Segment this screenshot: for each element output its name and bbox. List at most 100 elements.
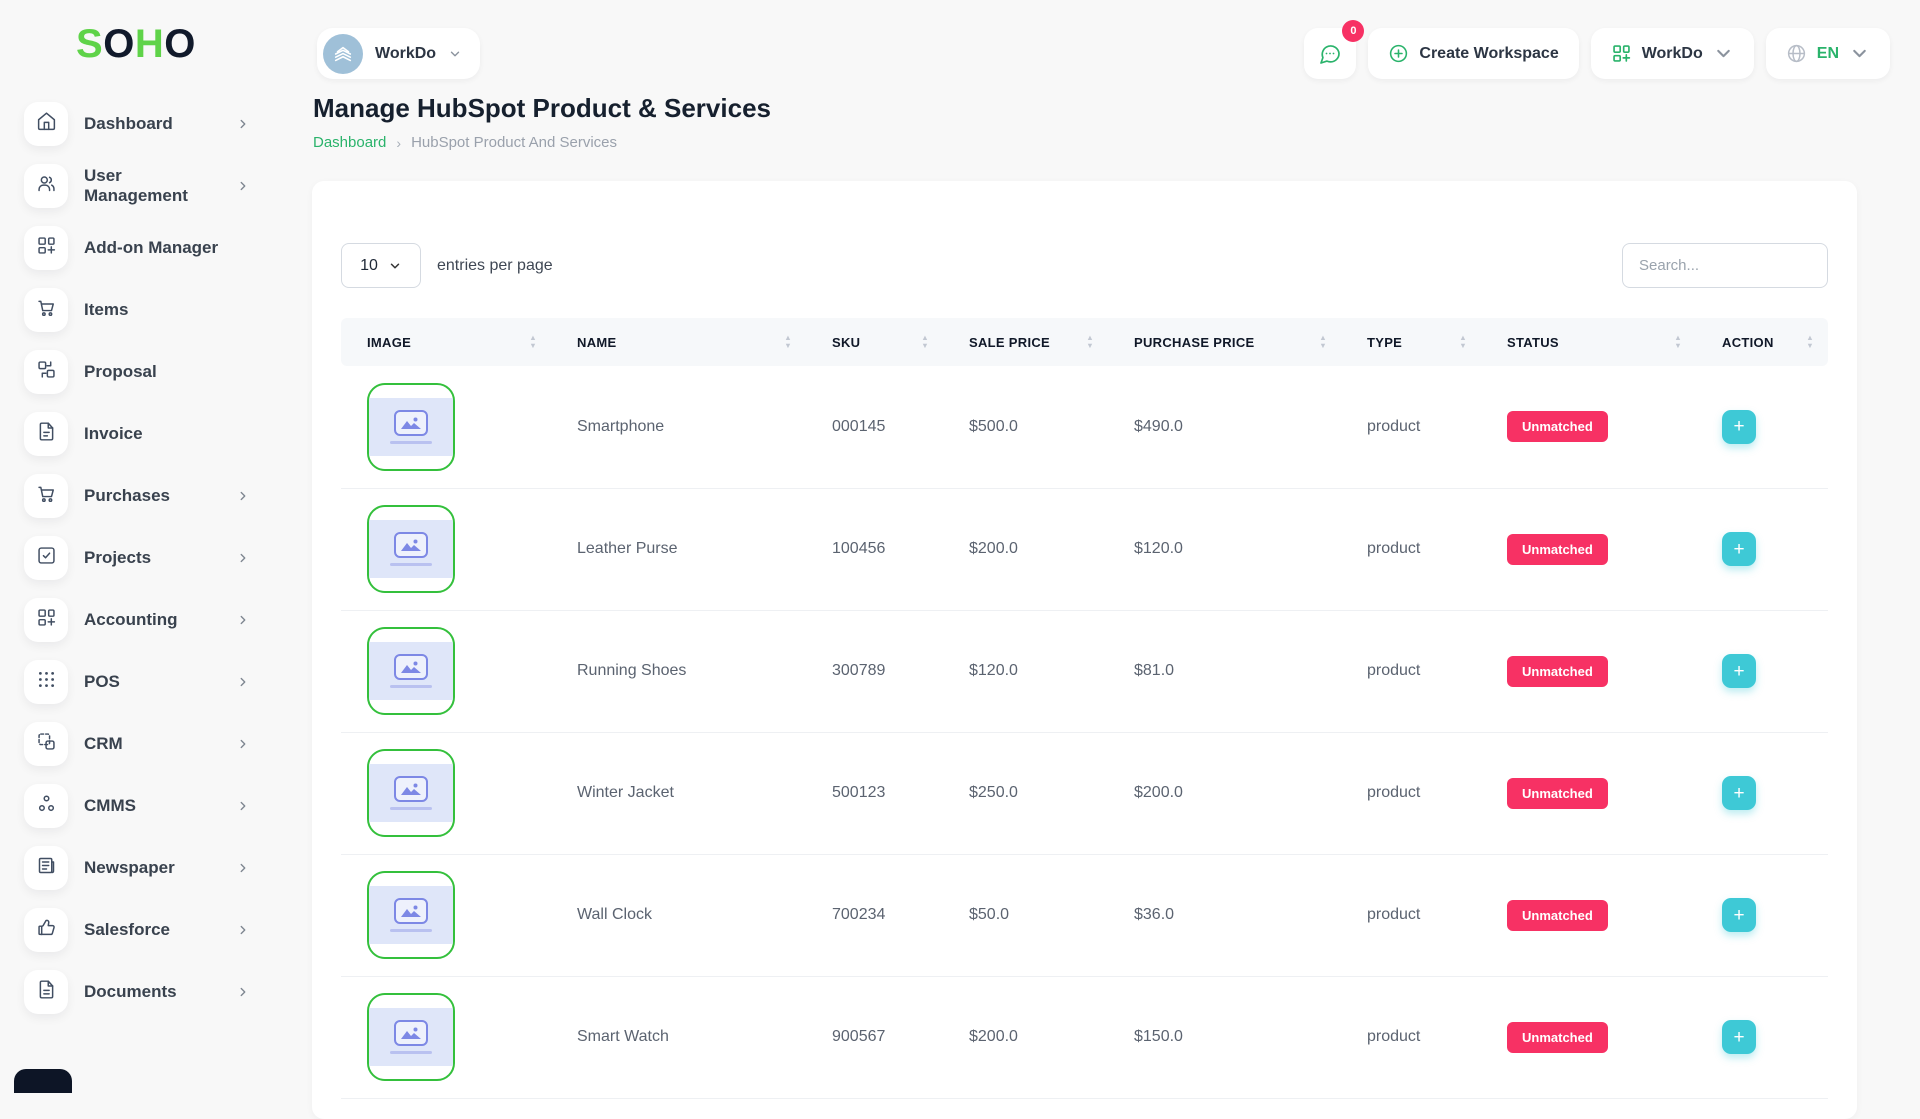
sidebar-item-label: CRM	[84, 734, 220, 754]
dots-grid-icon	[24, 660, 68, 704]
cell-name: Winter Jacket	[551, 732, 806, 854]
users-icon	[24, 164, 68, 208]
messages-count-badge: 0	[1342, 20, 1364, 42]
sort-arrows[interactable]: ▲▼	[1806, 335, 1814, 349]
sidebar-item-label: CMMS	[84, 796, 220, 816]
table-row: Running Shoes 300789 $120.0 $81.0 produc…	[341, 610, 1828, 732]
table-row: Leather Purse 100456 $200.0 $120.0 produ…	[341, 488, 1828, 610]
sidebar-footer-chip[interactable]	[14, 1069, 72, 1093]
topbar-actions: 0 Create Workspace WorkDo	[1304, 28, 1890, 79]
status-badge: Unmatched	[1507, 534, 1608, 565]
entries-per-page-select[interactable]: 10	[341, 243, 421, 288]
cell-sale-price: $200.0	[943, 488, 1108, 610]
add-action-button[interactable]: +	[1722, 654, 1756, 688]
cell-type: product	[1341, 732, 1481, 854]
sidebar-item-accounting[interactable]: Accounting	[24, 589, 250, 651]
sidebar-item-projects[interactable]: Projects	[24, 527, 250, 589]
sidebar-item-label: Accounting	[84, 610, 220, 630]
column-header-purchase-price: PURCHASE PRICE ▲▼	[1108, 318, 1341, 366]
plus-circle-icon	[1388, 43, 1409, 64]
sidebar-item-documents[interactable]: Documents	[24, 961, 250, 1023]
sort-arrows[interactable]: ▲▼	[784, 335, 792, 349]
product-image-placeholder	[367, 627, 455, 715]
chevron-down-icon	[388, 259, 402, 273]
column-header-sale-price: SALE PRICE ▲▼	[943, 318, 1108, 366]
entries-per-page-value: 10	[360, 257, 378, 275]
sidebar-item-label: Projects	[84, 548, 220, 568]
cell-sku: 000145	[806, 366, 943, 488]
language-selector[interactable]: EN	[1766, 28, 1890, 79]
sidebar-item-label: Purchases	[84, 486, 220, 506]
home-icon	[24, 102, 68, 146]
app-switcher-button[interactable]: WorkDo	[1591, 28, 1754, 79]
status-badge: Unmatched	[1507, 778, 1608, 809]
sidebar-item-pos[interactable]: POS	[24, 651, 250, 713]
add-action-button[interactable]: +	[1722, 898, 1756, 932]
status-badge: Unmatched	[1507, 411, 1608, 442]
column-header-status: STATUS ▲▼	[1481, 318, 1696, 366]
chat-icon	[1318, 42, 1342, 66]
sidebar-item-proposal[interactable]: Proposal	[24, 341, 250, 403]
cell-name: Leather Purse	[551, 488, 806, 610]
table-row: Winter Jacket 500123 $250.0 $200.0 produ…	[341, 732, 1828, 854]
sidebar-item-add-on-manager[interactable]: Add-on Manager	[24, 217, 250, 279]
products-card: 10 entries per page IMAGE ▲▼ NAME ▲▼ SKU…	[312, 181, 1857, 1119]
sidebar-item-cmms[interactable]: CMMS	[24, 775, 250, 837]
sort-arrows[interactable]: ▲▼	[1459, 335, 1467, 349]
add-action-button[interactable]: +	[1722, 410, 1756, 444]
search-input[interactable]	[1622, 243, 1828, 288]
sort-arrows[interactable]: ▲▼	[1086, 335, 1094, 349]
sidebar-item-label: Add-on Manager	[84, 238, 220, 258]
thumbs-up-icon	[24, 908, 68, 952]
language-code: EN	[1817, 45, 1839, 63]
image-placeholder-icon	[394, 410, 428, 436]
cell-sale-price: $250.0	[943, 732, 1108, 854]
sidebar-item-label: Dashboard	[84, 114, 220, 134]
sidebar-item-invoice[interactable]: Invoice	[24, 403, 250, 465]
check-square-icon	[24, 536, 68, 580]
swap-icon	[24, 350, 68, 394]
cell-name: Wall Clock	[551, 854, 806, 976]
chevron-down-icon	[448, 47, 462, 61]
chevron-right-icon	[236, 985, 250, 999]
cell-purchase-price: $200.0	[1108, 732, 1341, 854]
chevron-right-icon	[236, 179, 250, 193]
add-action-button[interactable]: +	[1722, 776, 1756, 810]
sort-arrows[interactable]: ▲▼	[1674, 335, 1682, 349]
invoice-icon	[24, 412, 68, 456]
sidebar-item-items[interactable]: Items	[24, 279, 250, 341]
sidebar-item-newspaper[interactable]: Newspaper	[24, 837, 250, 899]
cell-sku: 700234	[806, 854, 943, 976]
add-action-button[interactable]: +	[1722, 532, 1756, 566]
sidebar-item-dashboard[interactable]: Dashboard	[24, 93, 250, 155]
sidebar-item-label: User Management	[84, 166, 220, 206]
table-body: Smartphone 000145 $500.0 $490.0 product …	[341, 366, 1828, 1098]
column-header-type: TYPE ▲▼	[1341, 318, 1481, 366]
create-workspace-label: Create Workspace	[1419, 45, 1558, 63]
sidebar-item-salesforce[interactable]: Salesforce	[24, 899, 250, 961]
sidebar-item-purchases[interactable]: Purchases	[24, 465, 250, 527]
sort-arrows[interactable]: ▲▼	[529, 335, 537, 349]
products-table: IMAGE ▲▼ NAME ▲▼ SKU ▲▼ SALE PRICE ▲▼ PU…	[341, 318, 1828, 1099]
sidebar-item-user-management[interactable]: User Management	[24, 155, 250, 217]
sidebar-item-label: Salesforce	[84, 920, 220, 940]
workspace-selector[interactable]: WorkDo	[317, 28, 480, 79]
column-header-name: NAME ▲▼	[551, 318, 806, 366]
table-row: Wall Clock 700234 $50.0 $36.0 product Un…	[341, 854, 1828, 976]
table-controls: 10 entries per page	[341, 243, 1828, 288]
add-action-button[interactable]: +	[1722, 1020, 1756, 1054]
cart-icon	[24, 474, 68, 518]
sort-arrows[interactable]: ▲▼	[921, 335, 929, 349]
messages-button[interactable]: 0	[1304, 28, 1356, 79]
building-icon	[323, 34, 363, 74]
create-workspace-button[interactable]: Create Workspace	[1368, 28, 1578, 79]
product-image-placeholder	[367, 505, 455, 593]
status-badge: Unmatched	[1507, 900, 1608, 931]
sidebar-item-crm[interactable]: CRM	[24, 713, 250, 775]
sort-arrows[interactable]: ▲▼	[1319, 335, 1327, 349]
product-image-placeholder	[367, 749, 455, 837]
breadcrumb-dashboard-link[interactable]: Dashboard	[313, 134, 386, 151]
chevron-right-icon	[236, 613, 250, 627]
logo-letter: O	[164, 22, 196, 66]
sidebar: SOHO Dashboard User Management Add-on Ma…	[0, 0, 312, 1080]
